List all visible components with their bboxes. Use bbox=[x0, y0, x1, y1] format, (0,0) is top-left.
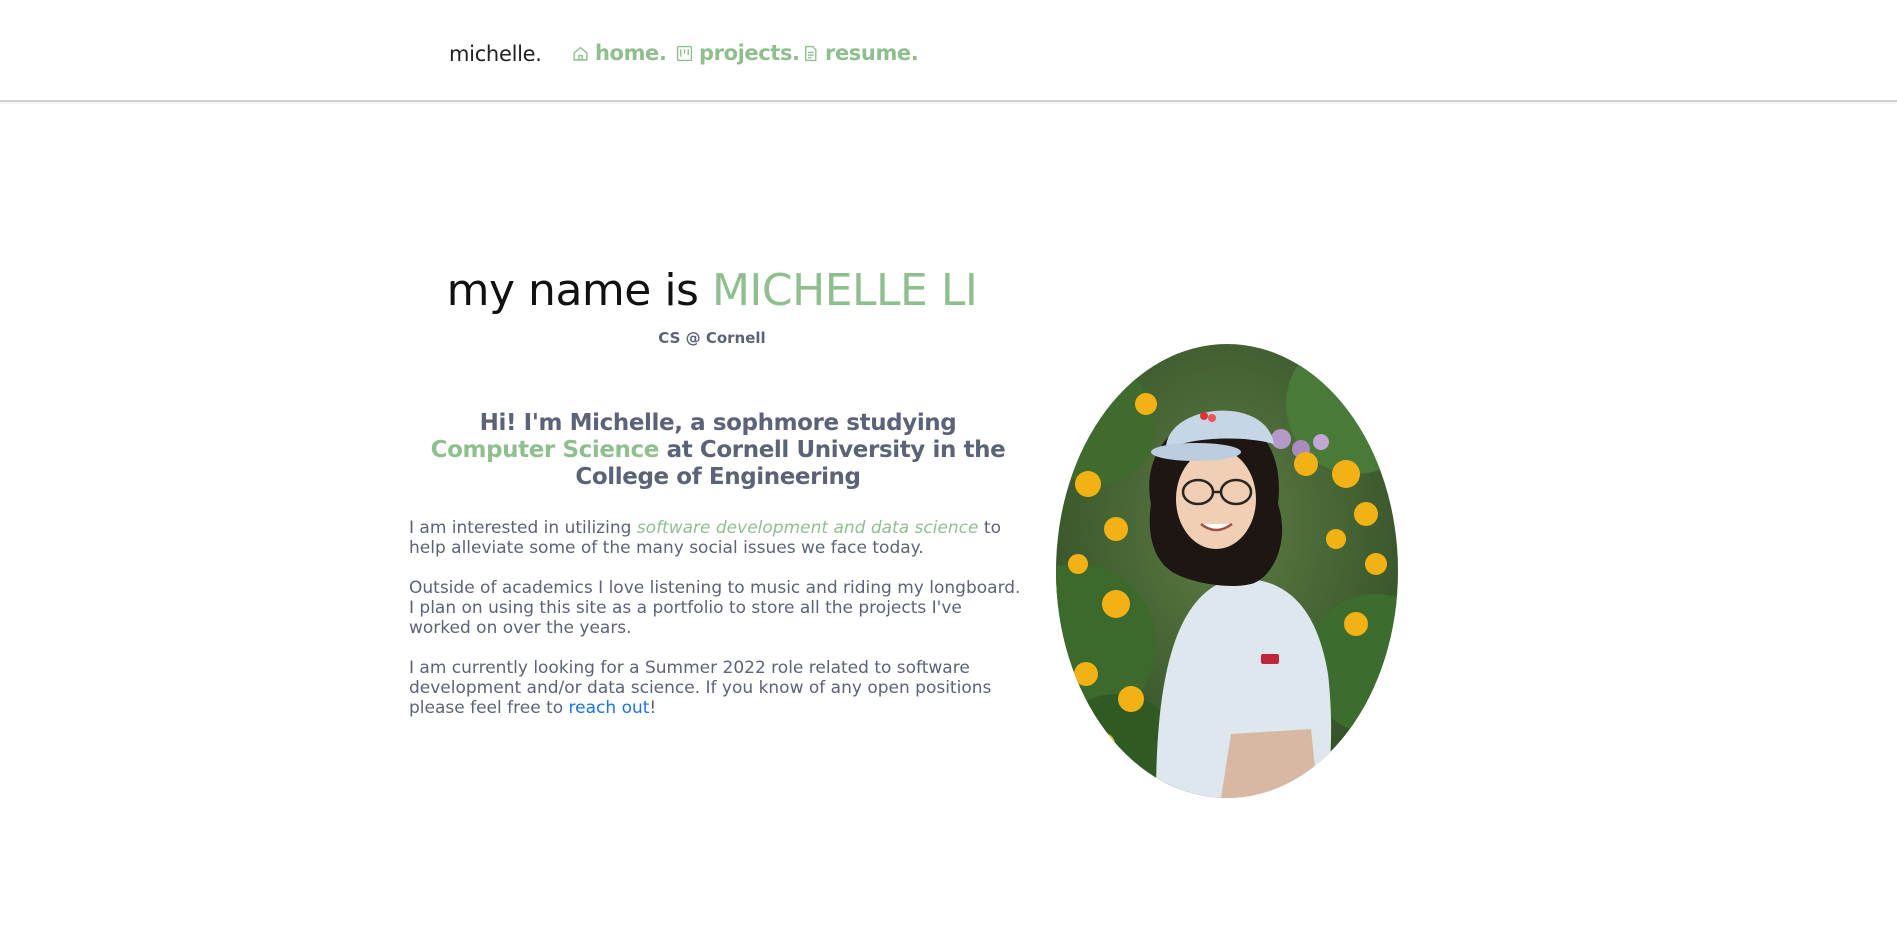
kanban-icon bbox=[676, 45, 693, 61]
intro-heading: Hi! I'm Michelle, a sophmore studying Co… bbox=[420, 410, 1016, 491]
profile-photo-illustration bbox=[1056, 344, 1398, 798]
intro-heading-part1: Hi! I'm Michelle, a sophmore studying bbox=[479, 410, 957, 436]
intro-heading-accent: Computer Science bbox=[430, 437, 660, 463]
navbar: michelle. home. projects. resume. bbox=[0, 0, 1897, 102]
hero-title: my name is MICHELLE LI bbox=[380, 265, 1044, 316]
nav-home-label: home. bbox=[595, 41, 667, 65]
nav-resume-link[interactable]: resume. bbox=[802, 41, 919, 65]
interests-accent: software development and data science bbox=[636, 518, 979, 538]
job-search-text-after: ! bbox=[649, 698, 657, 718]
profile-photo bbox=[1056, 344, 1398, 798]
nav-resume-label: resume. bbox=[825, 41, 919, 65]
home-icon bbox=[573, 46, 588, 61]
interests-paragraph: I am interested in utilizing software de… bbox=[409, 518, 1021, 558]
interests-text-before: I am interested in utilizing bbox=[409, 518, 637, 538]
hero-title-name: MICHELLE LI bbox=[711, 265, 978, 316]
job-search-text-before: I am currently looking for a Summer 2022… bbox=[409, 658, 992, 718]
hero-subtitle: CS @ Cornell bbox=[658, 329, 766, 347]
job-search-paragraph: I am currently looking for a Summer 2022… bbox=[409, 658, 1021, 718]
hero-title-prefix: my name is bbox=[446, 265, 712, 316]
nav-projects-label: projects. bbox=[699, 41, 800, 65]
nav-projects-link[interactable]: projects. bbox=[676, 41, 800, 65]
hobbies-paragraph: Outside of academics I love listening to… bbox=[409, 578, 1021, 638]
site-brand[interactable]: michelle. bbox=[449, 42, 542, 66]
document-icon bbox=[805, 45, 817, 61]
nav-home-link[interactable]: home. bbox=[572, 41, 667, 65]
reach-out-link[interactable]: reach out bbox=[569, 698, 650, 718]
